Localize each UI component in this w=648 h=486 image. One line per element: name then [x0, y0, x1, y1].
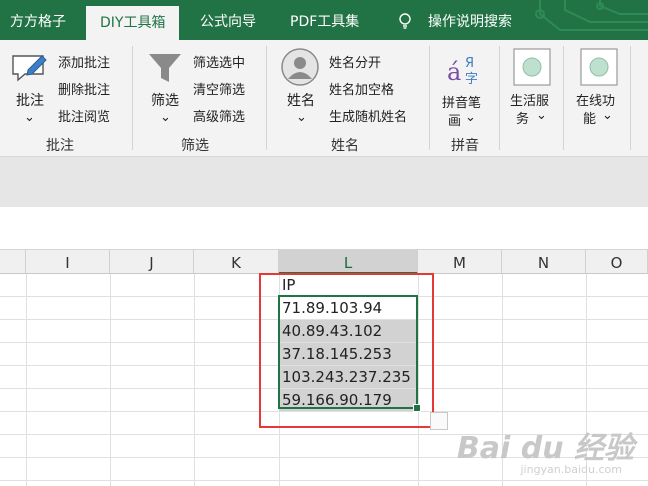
life-service-button-line2[interactable]: 务: [516, 108, 529, 127]
delete-comment-button[interactable]: 删除批注: [58, 79, 110, 98]
group-divider: [499, 46, 500, 150]
pinyin-stroke-button-line2[interactable]: 画: [448, 110, 461, 129]
chevron-down-icon[interactable]: ⌄: [465, 110, 476, 125]
chevron-down-icon[interactable]: ⌄: [160, 110, 171, 125]
baidu-watermark-url: jingyan.baidu.com: [520, 463, 622, 476]
tab-pdf-tools[interactable]: PDF工具集: [290, 0, 359, 40]
tab-formula-wizard[interactable]: 公式向导: [200, 0, 256, 40]
group-label-annotation: 批注: [46, 138, 74, 154]
chevron-down-icon[interactable]: ⌄: [536, 108, 547, 123]
svg-text:字: 字: [465, 72, 478, 86]
comment-edit-icon[interactable]: [10, 50, 48, 84]
split-name-button[interactable]: 姓名分开: [329, 52, 381, 71]
column-header-partial[interactable]: [0, 250, 26, 274]
svg-text:Я: Я: [465, 56, 474, 71]
quick-analysis-icon[interactable]: [430, 412, 448, 430]
user-avatar-icon[interactable]: [281, 48, 319, 86]
online-feature-button[interactable]: 在线功: [576, 90, 615, 109]
add-comment-button[interactable]: 添加批注: [58, 52, 110, 71]
name-big-button[interactable]: 姓名: [287, 90, 315, 110]
group-divider: [630, 46, 631, 150]
chevron-down-icon[interactable]: ⌄: [602, 108, 613, 123]
life-service-icon[interactable]: [513, 48, 551, 86]
svg-text:á: á: [447, 58, 461, 86]
group-divider: [429, 46, 430, 150]
online-feature-icon[interactable]: [580, 48, 618, 86]
group-divider: [132, 46, 133, 150]
group-label-name: 姓名: [331, 138, 359, 154]
column-header-M[interactable]: M: [418, 250, 502, 274]
highlight-annotation-box: [259, 273, 434, 428]
advanced-filter-button[interactable]: 高级筛选: [193, 106, 245, 125]
tab-diy-toolbox[interactable]: DIY工具箱: [86, 6, 180, 40]
tab-help-search[interactable]: 操作说明搜索: [428, 0, 512, 40]
chevron-down-icon[interactable]: ⌄: [24, 110, 35, 125]
online-feature-button-line2[interactable]: 能: [583, 108, 596, 127]
column-header-O[interactable]: O: [586, 250, 648, 274]
group-label-filter: 筛选: [181, 138, 209, 154]
group-divider: [266, 46, 267, 150]
review-comment-button[interactable]: 批注阅览: [58, 106, 110, 125]
filter-big-button[interactable]: 筛选: [151, 90, 179, 110]
chevron-down-icon[interactable]: ⌄: [296, 110, 307, 125]
lightbulb-icon: [399, 13, 411, 29]
baidu-watermark: Bai du 经验: [456, 431, 634, 466]
pinyin-stroke-button[interactable]: 拼音笔: [442, 92, 481, 111]
funnel-icon[interactable]: [147, 50, 183, 86]
random-name-button[interactable]: 生成随机姓名: [329, 106, 407, 125]
column-header-I[interactable]: I: [26, 250, 110, 274]
column-header-J[interactable]: J: [110, 250, 194, 274]
pinyin-icon[interactable]: á Я 字: [446, 52, 482, 86]
filter-selection-button[interactable]: 筛选选中: [193, 52, 245, 71]
ribbon-panel: 批注 ⌄ 添加批注 删除批注 批注阅览 批注 筛选 ⌄ 筛选选中 清空筛选 高级…: [0, 40, 648, 157]
tab-fangfang[interactable]: 方方格子: [10, 0, 66, 40]
group-label-pinyin: 拼音: [451, 138, 479, 154]
clear-filter-button[interactable]: 清空筛选: [193, 79, 245, 98]
formula-bar-area[interactable]: [0, 207, 648, 250]
life-service-button[interactable]: 生活服: [510, 90, 549, 109]
name-add-space-button[interactable]: 姓名加空格: [329, 79, 394, 98]
ribbon-tab-bar: 方方格子 DIY工具箱 公式向导 PDF工具集 操作说明搜索: [0, 0, 648, 40]
comment-big-button[interactable]: 批注: [16, 90, 44, 110]
collapsed-toolbar-area: [0, 157, 648, 207]
column-header-K[interactable]: K: [194, 250, 279, 274]
column-header-L[interactable]: L: [279, 250, 418, 274]
group-divider: [563, 46, 564, 150]
column-header-N[interactable]: N: [502, 250, 586, 274]
